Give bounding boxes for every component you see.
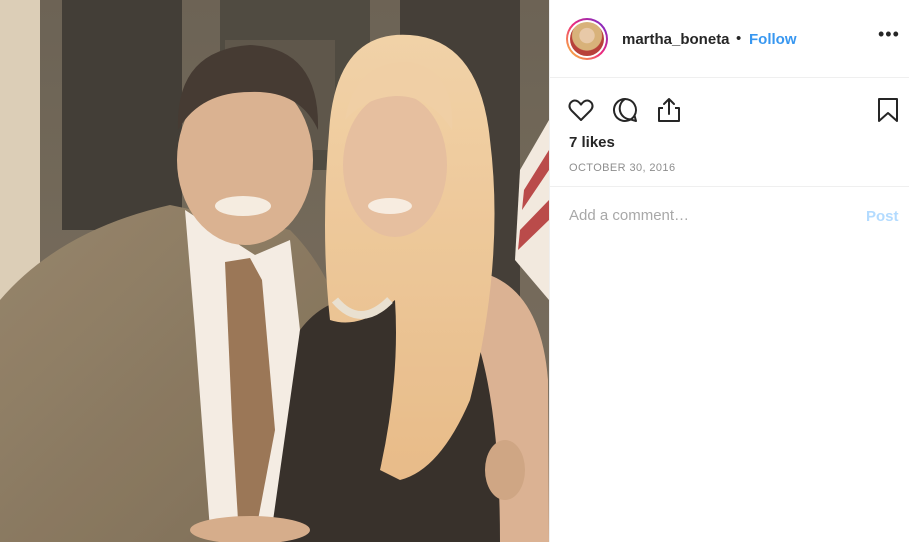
username-link[interactable]: martha_boneta xyxy=(622,31,730,48)
avatar[interactable] xyxy=(566,18,608,60)
comment-bar: Post xyxy=(550,186,909,248)
likes-count[interactable]: 7 likes xyxy=(569,134,615,151)
post-side-panel: martha_boneta • Follow ••• 7 likes OCTOB… xyxy=(549,0,909,542)
separator-dot: • xyxy=(736,30,742,47)
comment-bubble-icon[interactable] xyxy=(611,96,639,124)
post-comment-button[interactable]: Post xyxy=(866,208,899,225)
share-icon[interactable] xyxy=(655,96,683,124)
post-header: martha_boneta • Follow ••• xyxy=(550,0,909,78)
post-photo-image xyxy=(0,0,549,542)
more-options-icon[interactable]: ••• xyxy=(878,24,900,45)
action-bar xyxy=(550,92,909,128)
post-date[interactable]: OCTOBER 30, 2016 xyxy=(569,162,675,174)
bookmark-icon[interactable] xyxy=(874,96,902,124)
comment-input[interactable] xyxy=(569,207,849,224)
avatar-image xyxy=(570,22,604,56)
follow-button[interactable]: Follow xyxy=(749,31,797,48)
avatar-frame xyxy=(568,20,606,58)
post-photo[interactable] xyxy=(0,0,549,542)
heart-icon[interactable] xyxy=(567,96,595,124)
